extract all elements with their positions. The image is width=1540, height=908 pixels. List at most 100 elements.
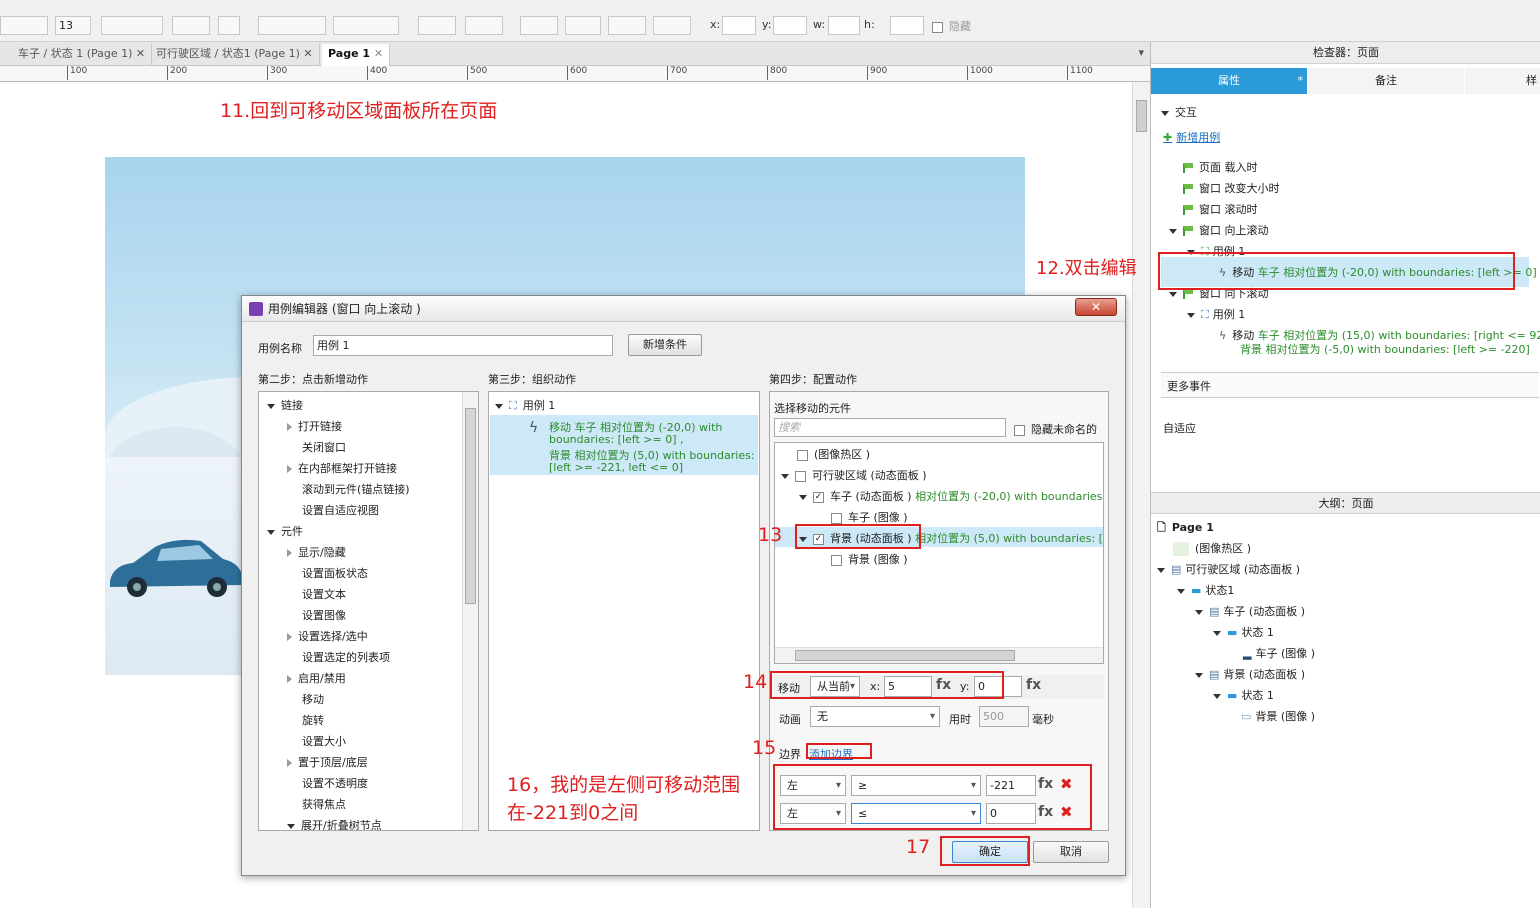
fill-color-picker[interactable] bbox=[418, 16, 456, 35]
shadow-picker[interactable] bbox=[465, 16, 503, 35]
actions-scrollbar[interactable] bbox=[462, 392, 478, 830]
action-item[interactable]: 设置选定的列表项 bbox=[302, 649, 390, 665]
w-input[interactable] bbox=[828, 16, 860, 35]
tab-label: Page 1 bbox=[328, 47, 371, 60]
cancel-button[interactable]: 取消 bbox=[1033, 841, 1109, 863]
annotation-step11: 11.回到可移动区域面板所在页面 bbox=[220, 100, 498, 122]
action-item[interactable]: 设置大小 bbox=[302, 733, 346, 749]
widget-search-input[interactable]: 搜索 bbox=[774, 418, 1006, 437]
close-icon[interactable]: ✕ bbox=[374, 47, 383, 60]
duration-input[interactable]: 500 bbox=[979, 706, 1029, 727]
action-item[interactable]: 置于顶层/底层 bbox=[287, 754, 368, 770]
more-events-select[interactable]: 更多事件 bbox=[1161, 372, 1539, 398]
action-item-move[interactable]: 移动 bbox=[302, 691, 324, 707]
outline-bg-panel[interactable]: ▤ 背景 (动态面板 ) bbox=[1195, 668, 1305, 682]
ruler-tick: 400 bbox=[367, 66, 387, 80]
hide-unnamed-checkbox[interactable]: 隐藏未命名的 bbox=[1014, 421, 1097, 437]
action-item[interactable]: 设置选择/选中 bbox=[287, 628, 368, 644]
event-window-scroll[interactable]: 窗口 滚动时 bbox=[1183, 203, 1258, 217]
action-item[interactable]: 滚动到元件(锚点链接) bbox=[302, 481, 410, 497]
text-style-buttons[interactable] bbox=[101, 16, 163, 35]
y-fx-button[interactable]: fx bbox=[1026, 677, 1041, 693]
tab-menu-icon[interactable]: ▾ bbox=[1138, 46, 1144, 59]
case-name-input[interactable]: 用例 1 bbox=[313, 335, 613, 356]
widget-tree[interactable]: (图像热区 ) 可行驶区域 (动态面板 ) ✓ 车子 (动态面板 ) 相对位置为 … bbox=[774, 442, 1104, 664]
case-label: 用例 1 bbox=[1212, 308, 1246, 321]
outline-bg-image[interactable]: ▭ 背景 (图像 ) bbox=[1241, 710, 1315, 724]
actions-list[interactable]: 链接 打开链接 关闭窗口 在内部框架打开链接 滚动到元件(锚点链接) 设置自适应… bbox=[258, 391, 479, 831]
action-item[interactable]: 设置自适应视图 bbox=[302, 502, 379, 518]
case-scroll-down[interactable]: ⛶ 用例 1 bbox=[1187, 308, 1245, 322]
document-tabs: 车子 / 状态 1 (Page 1) ✕ 可行驶区域 / 状态1 (Page 1… bbox=[0, 42, 1150, 66]
widget-drive-area[interactable]: 可行驶区域 (动态面板 ) bbox=[781, 467, 927, 483]
action-item[interactable]: 关闭窗口 bbox=[302, 439, 346, 455]
outline-hotspot[interactable]: (图像热区 ) bbox=[1173, 542, 1251, 556]
bullet-button[interactable] bbox=[218, 16, 240, 35]
expand-icon bbox=[287, 549, 292, 557]
action-item[interactable]: 启用/禁用 bbox=[287, 670, 346, 686]
interaction-section[interactable]: 交互 bbox=[1161, 106, 1197, 120]
organize-actions-panel[interactable]: ⛶ 用例 1 ϟ 移动 车子 相对位置为 (-20,0) with boundar… bbox=[488, 391, 760, 831]
outline-page[interactable]: 🗋 Page 1 bbox=[1157, 521, 1214, 535]
add-condition-button[interactable]: 新增条件 bbox=[628, 334, 702, 356]
close-button[interactable]: ✕ bbox=[1075, 298, 1117, 316]
tab-page1[interactable]: Page 1 ✕ bbox=[322, 44, 391, 66]
outline-state1[interactable]: ▬ 状态1 bbox=[1177, 584, 1234, 598]
action-item[interactable]: 打开链接 bbox=[287, 418, 342, 434]
add-case-link[interactable]: ✚ 新增用例 bbox=[1163, 131, 1220, 145]
scrollbar-thumb[interactable] bbox=[1136, 100, 1147, 132]
tab-label: 可行驶区域 / 状态1 (Page 1) bbox=[156, 47, 300, 60]
line-color-picker[interactable] bbox=[520, 16, 558, 35]
font-family-select[interactable] bbox=[0, 16, 48, 35]
scrollbar-thumb[interactable] bbox=[465, 408, 476, 604]
action-group-link[interactable]: 链接 bbox=[267, 397, 303, 413]
animation-select[interactable]: 无 bbox=[810, 706, 940, 727]
action-item[interactable]: 展开/折叠树节点 bbox=[287, 817, 382, 830]
widget-bg-image[interactable]: 背景 (图像 ) bbox=[831, 551, 908, 567]
canvas-scrollbar[interactable] bbox=[1132, 82, 1150, 908]
tab-car-state[interactable]: 车子 / 状态 1 (Page 1) ✕ bbox=[12, 44, 153, 66]
org-case-row[interactable]: ⛶ 用例 1 bbox=[495, 397, 555, 413]
widget-car-panel[interactable]: ✓ 车子 (动态面板 ) 相对位置为 (-20,0) with boundarie… bbox=[799, 488, 1103, 504]
outline-car-state[interactable]: ▬ 状态 1 bbox=[1213, 626, 1274, 640]
event-scroll-up[interactable]: 窗口 向上滚动 bbox=[1169, 224, 1269, 238]
outline-car-image[interactable]: ▂ 车子 (图像 ) bbox=[1243, 647, 1315, 661]
action-move-car-bg[interactable]: ϟ 移动 车子 相对位置为 (15,0) with boundaries: [ri… bbox=[1219, 329, 1540, 343]
scrollbar-thumb[interactable] bbox=[795, 650, 1015, 661]
action-item[interactable]: 获得焦点 bbox=[302, 796, 346, 812]
widget-hotspot[interactable]: (图像热区 ) bbox=[797, 446, 870, 462]
tab-properties[interactable]: 属性 * bbox=[1151, 68, 1307, 94]
event-page-load[interactable]: 页面 载入时 bbox=[1183, 161, 1258, 175]
y-input[interactable] bbox=[773, 16, 807, 35]
hide-checkbox[interactable]: 隐藏 bbox=[932, 18, 971, 34]
arrow-style-picker[interactable] bbox=[653, 16, 691, 35]
action-item[interactable]: 设置面板状态 bbox=[302, 565, 368, 581]
tab-drive-area-state[interactable]: 可行驶区域 / 状态1 (Page 1) ✕ bbox=[150, 44, 320, 66]
close-icon[interactable]: ✕ bbox=[303, 47, 312, 60]
line-style-picker[interactable] bbox=[608, 16, 646, 35]
action-item[interactable]: 旋转 bbox=[302, 712, 324, 728]
action-item[interactable]: 在内部框架打开链接 bbox=[287, 460, 397, 476]
outline-car-panel[interactable]: ▤ 车子 (动态面板 ) bbox=[1195, 605, 1305, 619]
x-input[interactable] bbox=[722, 16, 756, 35]
action-item[interactable]: 显示/隐藏 bbox=[287, 544, 346, 560]
line-width-picker[interactable] bbox=[565, 16, 601, 35]
highlight-box-step14 bbox=[770, 671, 1004, 699]
outline-drive-area[interactable]: ▤ 可行驶区域 (动态面板 ) bbox=[1157, 563, 1300, 577]
tab-style[interactable]: 样 bbox=[1465, 68, 1540, 94]
tab-notes[interactable]: 备注 bbox=[1308, 68, 1464, 94]
h-input[interactable] bbox=[890, 16, 924, 35]
outline-bg-state[interactable]: ▬ 状态 1 bbox=[1213, 689, 1274, 703]
event-window-resize[interactable]: 窗口 改变大小时 bbox=[1183, 182, 1280, 196]
action-item[interactable]: 设置文本 bbox=[302, 586, 346, 602]
valign-buttons[interactable] bbox=[333, 16, 399, 35]
widget-hscrollbar[interactable] bbox=[775, 647, 1103, 663]
action-group-widget[interactable]: 元件 bbox=[267, 523, 303, 539]
action-item[interactable]: 设置图像 bbox=[302, 607, 346, 623]
align-buttons[interactable] bbox=[258, 16, 326, 35]
widget-car-image[interactable]: 车子 (图像 ) bbox=[831, 509, 908, 525]
font-color-picker[interactable] bbox=[172, 16, 210, 35]
font-size-select[interactable]: 13 bbox=[55, 16, 91, 35]
action-item[interactable]: 设置不透明度 bbox=[302, 775, 368, 791]
close-icon[interactable]: ✕ bbox=[136, 47, 145, 60]
